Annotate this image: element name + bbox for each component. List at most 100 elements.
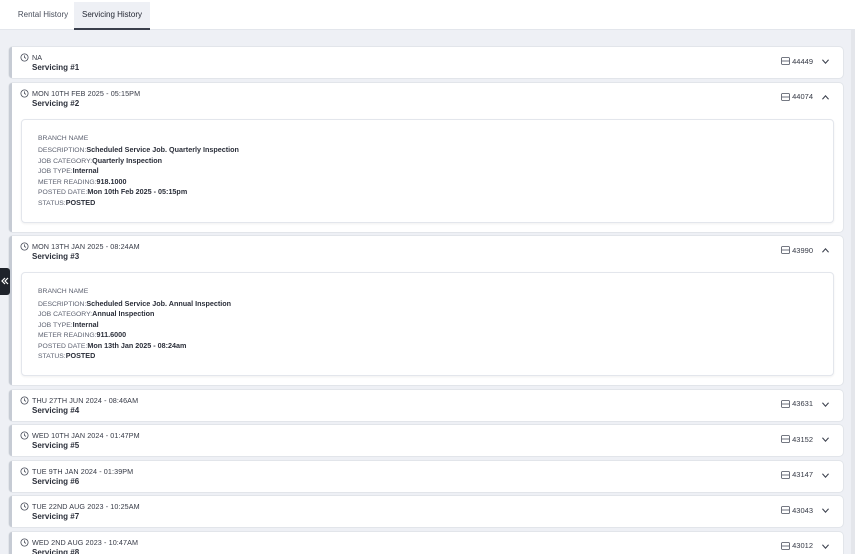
detail-label: BRANCH NAME	[38, 134, 89, 142]
detail-posted-date: POSTED DATE:Mon 13th Jan 2025 - 08:24am	[38, 341, 186, 350]
detail-value: Scheduled Service Job. Annual Inspection	[86, 298, 232, 308]
detail-label: BRANCH NAME	[38, 288, 89, 295]
job-id-value: 43631	[792, 399, 813, 408]
detail-label: DESCRIPTION:	[38, 147, 87, 154]
servicing-details: BRANCH NAME DESCRIPTION:Scheduled Service…	[21, 272, 834, 376]
clock-icon	[20, 395, 29, 405]
detail-label: POSTED DATE:	[38, 189, 88, 196]
job-id-value: 43152	[792, 434, 813, 444]
detail-value: Scheduled Service Job. Quarterly Inspect…	[86, 145, 239, 154]
detail-label: STATUS:	[38, 199, 66, 207]
detail-meter: METER READING:911.6000	[38, 330, 126, 339]
servicing-title: Servicing #4	[32, 405, 80, 415]
detail-label: STATUS:	[38, 353, 66, 360]
job-id: 43631	[781, 399, 813, 409]
chevron-down-icon[interactable]	[821, 401, 830, 408]
job-id: 43147	[781, 470, 813, 480]
servicing-card[interactable]: TUE 9TH JAN 2024 - 01:39PM Servicing #6 43…	[9, 460, 843, 492]
detail-value: Mon 10th Feb 2025 - 05:15pm	[87, 187, 188, 196]
servicing-title: Servicing #6	[32, 476, 80, 486]
detail-value: Internal	[72, 319, 99, 329]
tab-bar: Rental History Servicing History	[0, 0, 855, 30]
servicing-date: MON 13TH JAN 2025 - 08:24AM	[32, 242, 140, 251]
job-id: 44449	[781, 56, 813, 66]
servicing-details: BRANCH NAME DESCRIPTION:Scheduled Service…	[21, 118, 834, 223]
detail-status: STATUS:POSTED	[38, 198, 95, 207]
double-chevron-left-icon	[1, 277, 9, 285]
detail-branch: BRANCH NAME	[38, 288, 88, 295]
document-icon	[781, 57, 790, 65]
detail-value: 911.6000	[96, 330, 127, 339]
detail-label: JOB TYPE:	[38, 321, 73, 329]
detail-label: POSTED DATE:	[38, 342, 88, 350]
clock-icon	[20, 53, 29, 62]
servicing-card[interactable]: MON 13TH JAN 2025 - 08:24AM Servicing #3 4…	[9, 236, 843, 385]
detail-label: METER READING:	[38, 332, 97, 339]
servicing-title: Servicing #1	[32, 63, 80, 72]
servicing-card[interactable]: MON 10TH FEB 2025 - 05:15PM Servicing #2 4…	[9, 82, 843, 232]
detail-type: JOB TYPE:Internal	[38, 166, 99, 175]
detail-label: DESCRIPTION:	[38, 300, 87, 308]
chevron-up-icon[interactable]	[821, 247, 830, 254]
detail-label: JOB CATEGORY:	[38, 311, 93, 318]
servicing-title: Servicing #7	[32, 512, 80, 521]
detail-label: METER READING:	[38, 178, 97, 186]
document-icon	[781, 506, 790, 514]
detail-value: Internal	[72, 166, 99, 175]
job-id: 43152	[781, 434, 813, 444]
servicing-date: TUE 22ND AUG 2023 - 10:25AM	[32, 502, 140, 511]
detail-label: JOB TYPE:	[38, 168, 73, 175]
clock-icon	[20, 502, 29, 511]
servicing-card[interactable]: NA Servicing #1 44449	[9, 47, 843, 78]
detail-value: Mon 13th Jan 2025 - 08:24am	[87, 340, 187, 350]
chevron-up-icon[interactable]	[821, 94, 830, 101]
job-id-value: 44074	[792, 92, 813, 101]
servicing-card[interactable]: WED 2ND AUG 2023 - 10:47AM Servicing #8 43…	[9, 531, 843, 554]
job-id-value: 43012	[792, 541, 813, 550]
document-icon	[781, 246, 790, 254]
job-id-value: 43043	[792, 505, 813, 515]
detail-posted-date: POSTED DATE:Mon 10th Feb 2025 - 05:15pm	[38, 187, 187, 196]
document-icon	[781, 541, 790, 550]
detail-meter: METER READING:918.1000	[38, 177, 127, 186]
detail-category: JOB CATEGORY:Quarterly Inspection	[38, 156, 162, 165]
detail-label: JOB CATEGORY:	[38, 157, 93, 165]
tab-rental-history[interactable]: Rental History	[12, 2, 74, 30]
chevron-down-icon[interactable]	[821, 436, 830, 443]
detail-value: Quarterly Inspection	[92, 155, 163, 165]
servicing-card[interactable]: WED 10TH JAN 2024 - 01:47PM Servicing #5 4…	[9, 425, 843, 456]
clock-icon	[20, 242, 29, 251]
detail-description: DESCRIPTION:Scheduled Service Job. Annua…	[38, 299, 231, 308]
scrollbar[interactable]	[851, 30, 855, 554]
detail-value: POSTED	[65, 351, 96, 360]
chevron-down-icon[interactable]	[821, 543, 830, 550]
servicing-card[interactable]: TUE 22ND AUG 2023 - 10:25AM Servicing #7 4…	[9, 496, 843, 527]
detail-category: JOB CATEGORY:Annual Inspection	[38, 309, 154, 318]
chevron-down-icon[interactable]	[821, 58, 830, 65]
tab-servicing-history[interactable]: Servicing History	[74, 2, 150, 30]
servicing-date: MON 10TH FEB 2025 - 05:15PM	[32, 88, 141, 98]
document-icon	[781, 435, 790, 443]
job-id-value: 43990	[792, 245, 813, 255]
document-icon	[781, 92, 790, 101]
servicing-card[interactable]: THU 27TH JUN 2024 - 08:46AM Servicing #4 4…	[9, 389, 843, 421]
servicing-title: Servicing #2	[32, 98, 80, 108]
job-id: 43012	[781, 541, 813, 551]
job-id: 44074	[781, 92, 813, 102]
detail-value: POSTED	[65, 197, 96, 207]
chevron-down-icon[interactable]	[821, 472, 830, 479]
document-icon	[781, 399, 790, 408]
detail-value: 918.1000	[96, 176, 127, 186]
job-id: 43990	[781, 245, 813, 255]
chevron-down-icon[interactable]	[821, 507, 830, 514]
job-id-value: 44449	[792, 56, 813, 66]
job-id: 43043	[781, 505, 813, 515]
detail-status: STATUS:POSTED	[38, 351, 95, 360]
sidebar-collapse-button[interactable]	[0, 268, 10, 295]
clock-icon	[20, 431, 29, 440]
detail-type: JOB TYPE:Internal	[38, 320, 99, 329]
document-icon	[781, 470, 790, 479]
clock-icon	[20, 88, 29, 98]
servicing-date: WED 2ND AUG 2023 - 10:47AM	[32, 537, 139, 547]
detail-branch: BRANCH NAME	[38, 135, 88, 142]
